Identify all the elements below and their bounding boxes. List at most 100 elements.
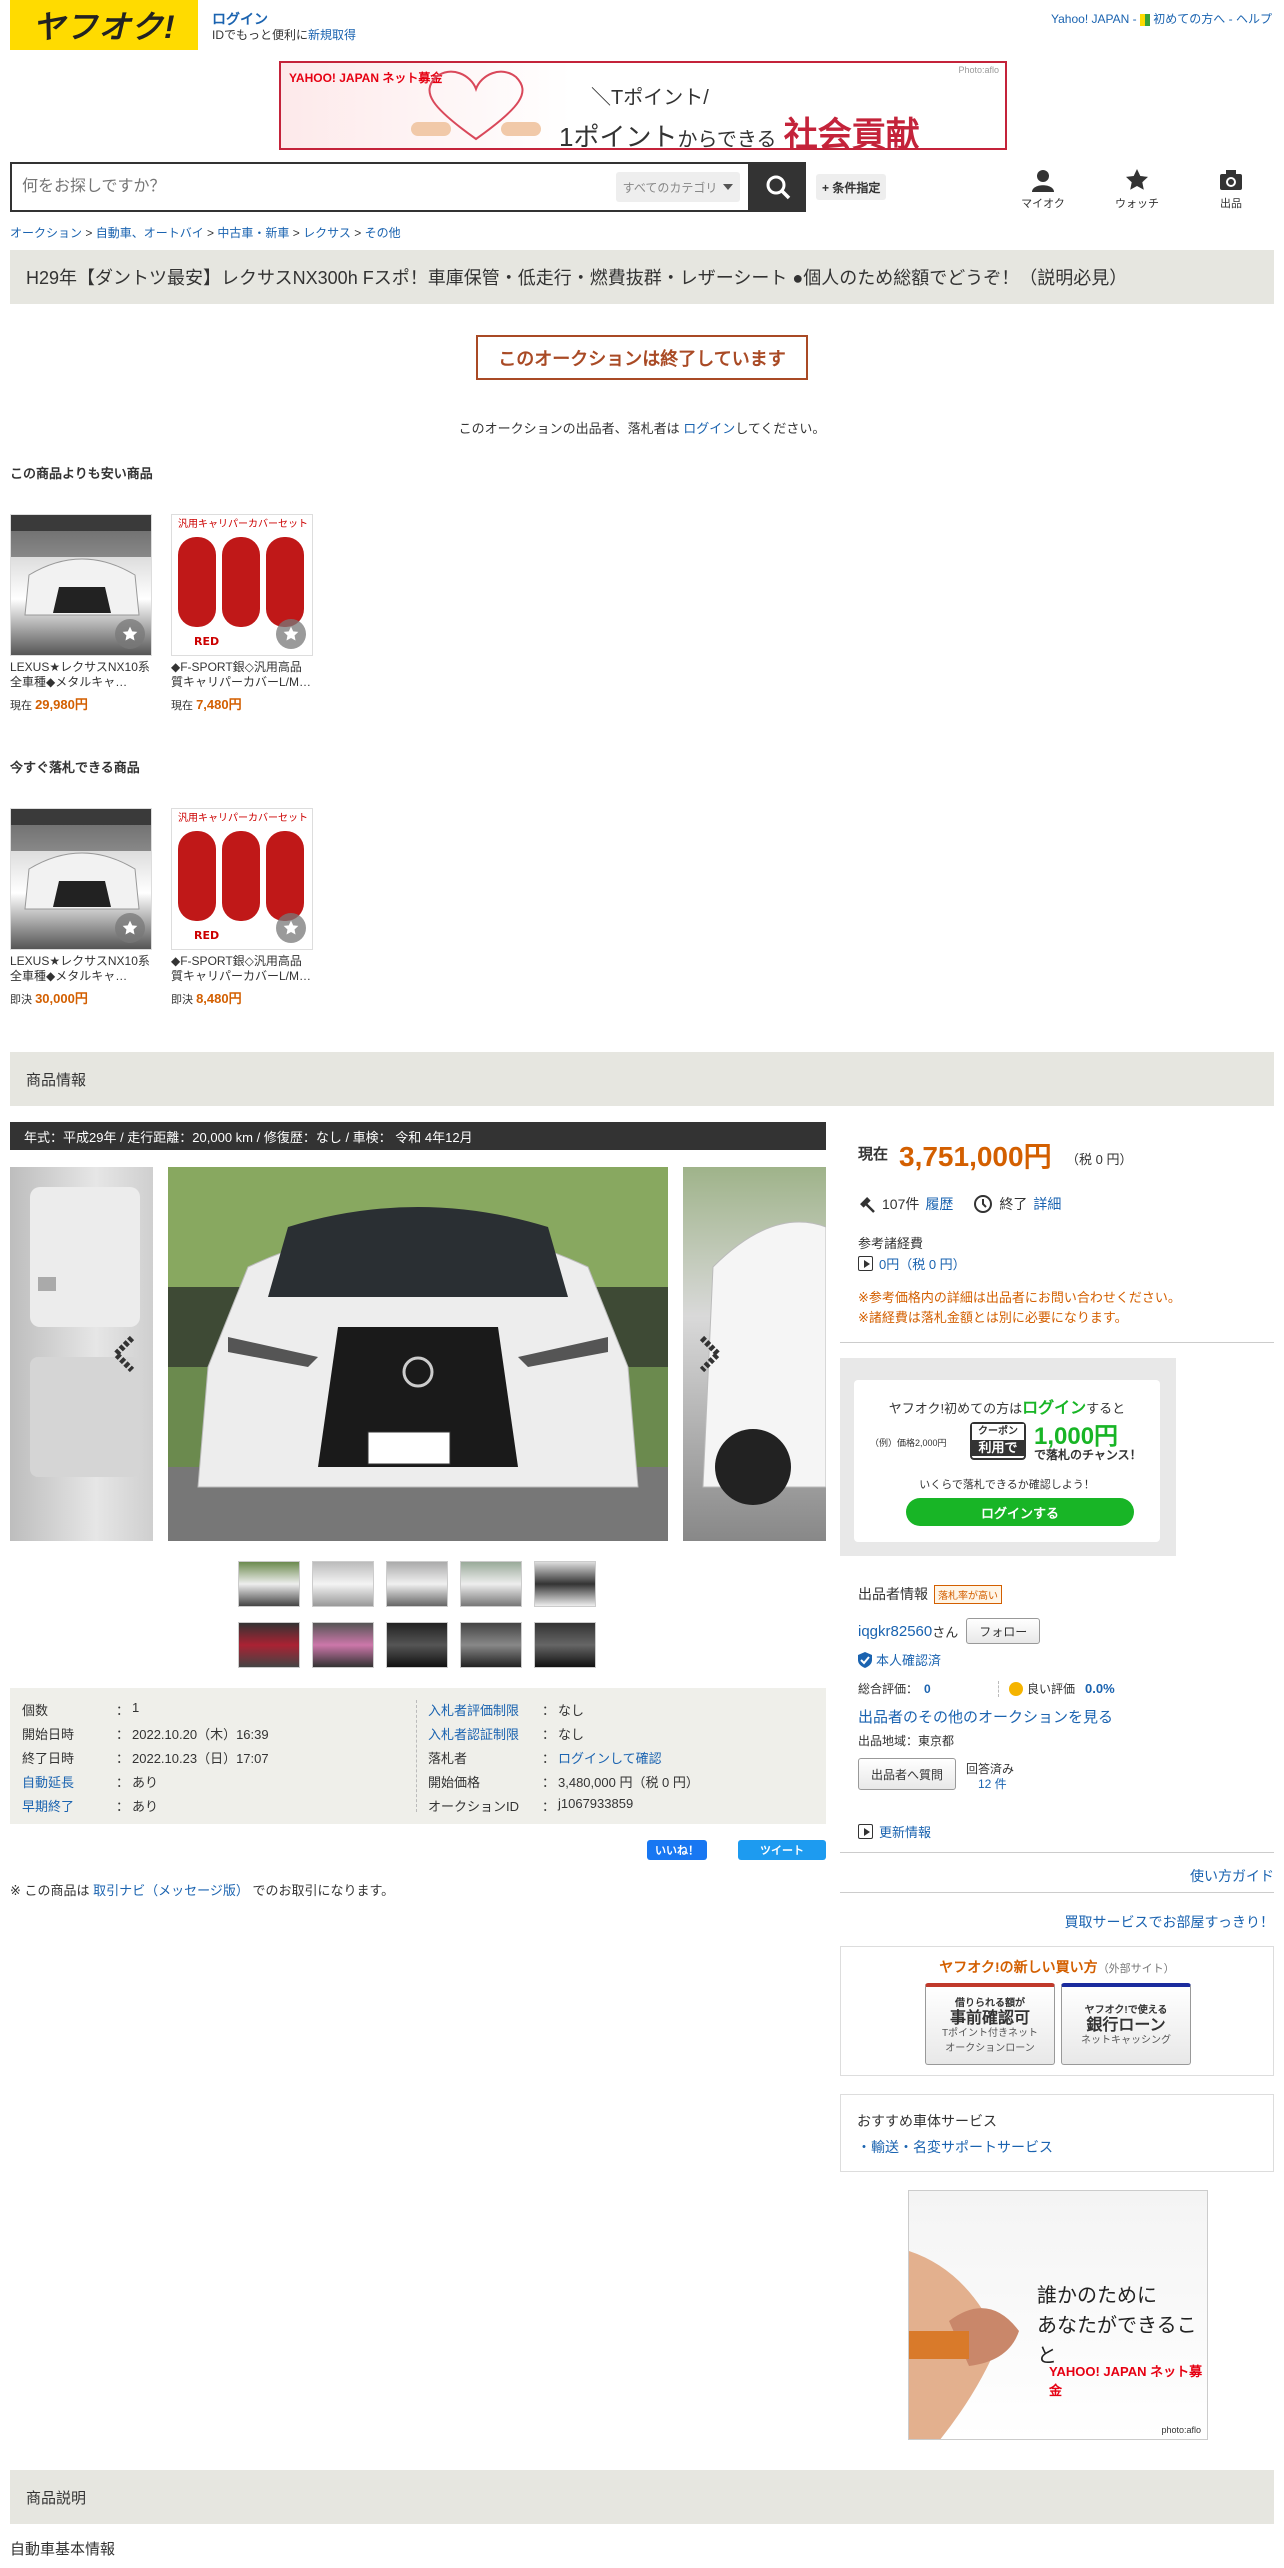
gallery-thumbnail[interactable] <box>386 1561 448 1607</box>
gallery-thumbnail[interactable] <box>238 1622 300 1668</box>
item-title[interactable]: ◆F-SPORT銀◇汎用高品質キャリパーカバーL/M… <box>171 954 313 984</box>
ended-note: このオークションの出品者、落札者は ログインしてください。 <box>0 418 1284 437</box>
tweet-button[interactable]: ツイート <box>738 1840 826 1860</box>
bid-history-link[interactable]: 履歴 <box>925 1194 953 1214</box>
detail-key: 落札者 <box>428 1751 468 1766</box>
fees-toggle[interactable]: 0円（税 0 円） <box>858 1254 966 1273</box>
follow-button[interactable]: フォロー <box>966 1618 1041 1644</box>
breadcrumb-item[interactable]: その他 <box>365 226 401 240</box>
ask-seller-button[interactable]: 出品者へ質問 <box>858 1758 956 1790</box>
colon: ： <box>542 1727 556 1742</box>
watch-star-button[interactable] <box>276 619 306 649</box>
tweet-label: ツイート <box>760 1845 804 1857</box>
sell-button[interactable]: 出品 <box>1196 168 1266 211</box>
search-input[interactable] <box>12 164 616 210</box>
seller-heading-text: 出品者情報 <box>858 1586 928 1602</box>
gallery-thumbnail[interactable] <box>312 1561 374 1607</box>
current-price-label: 現在 <box>858 1146 889 1163</box>
yahoo-japan-link[interactable]: Yahoo! JAPAN <box>1051 12 1129 26</box>
bidder-rating-limit-link[interactable]: 入札者評価制限 <box>428 1700 542 1724</box>
gallery-thumbnail[interactable] <box>534 1561 596 1607</box>
watch-star-button[interactable] <box>276 913 306 943</box>
transport-support-link[interactable]: ・輸送・名変サポートサービス <box>857 2137 1053 2157</box>
list-item[interactable]: 汎用キャリパーカバーセット RED ◆F-SPORT銀◇汎用高品質キャリパーカバー… <box>171 514 313 713</box>
promo-login-button[interactable]: ログインする <box>906 1498 1134 1526</box>
watch-star-button[interactable] <box>115 913 145 943</box>
verified-row: 本人確認済 <box>858 1650 941 1669</box>
updates-toggle[interactable]: 更新情報 <box>858 1822 931 1841</box>
detail-value: なし <box>558 1727 585 1742</box>
gallery-next-arrow[interactable] <box>698 1335 724 1373</box>
detail-row: 開始価格 ： 3,480,000 円（税 0 円） <box>428 1772 699 1796</box>
detail-value: なし <box>558 1703 585 1718</box>
bidder-auth-limit-link[interactable]: 入札者認証制限 <box>428 1724 542 1748</box>
breadcrumb-item[interactable]: 中古車・新車 <box>217 226 289 240</box>
gallery-thumbnail[interactable] <box>386 1622 448 1668</box>
expand-icon <box>858 1256 873 1271</box>
top-banner-ad[interactable]: YAHOO! JAPAN ネット募金 ＼Tポイント/ 1ポイントからできる 社会… <box>279 61 1007 150</box>
gallery-thumbnail[interactable] <box>460 1561 522 1607</box>
loan-card-1[interactable]: 借りられる額が 事前確認可 Tポイント付きネット オークションローン <box>925 1983 1055 2065</box>
breadcrumb-item[interactable]: オークション <box>10 226 82 240</box>
buy-service-link[interactable]: 買取サービスでお部屋すっきり！ <box>1065 1912 1274 1932</box>
gallery-main-image[interactable] <box>168 1167 668 1541</box>
gallery-thumbnail[interactable] <box>238 1561 300 1607</box>
early-end-link[interactable]: 早期終了 <box>22 1796 116 1820</box>
gallery-thumbnail[interactable] <box>460 1622 522 1668</box>
winner-login-link[interactable]: ログインして確認 <box>558 1748 662 1772</box>
new-buy-heading: ヤフオク!の新しい買い方（外部サイト） <box>841 1957 1273 1977</box>
auto-extend-link[interactable]: 自動延長 <box>22 1772 116 1796</box>
price-label: 即決 <box>10 994 32 1006</box>
colon: ： <box>116 1751 130 1766</box>
first-time-link[interactable]: 初めての方へ <box>1153 12 1225 26</box>
gallery-thumbnail[interactable] <box>312 1622 374 1668</box>
good-rating-value[interactable]: 0.0% <box>1075 1681 1115 1696</box>
answered-count[interactable]: 12 件 <box>966 1777 1014 1792</box>
breadcrumb-item[interactable]: レクサス <box>303 226 351 240</box>
coupon-badge: クーポン 利用で <box>970 1422 1026 1460</box>
heart-illustration <box>411 70 541 141</box>
verified-text[interactable]: 本人確認済 <box>876 1650 941 1669</box>
search-button[interactable] <box>750 162 806 212</box>
seller-id-link[interactable]: iqgkr82560 <box>858 1623 932 1640</box>
item-title[interactable]: ◆F-SPORT銀◇汎用高品質キャリパーカバーL/M… <box>171 660 313 690</box>
side-banner-ad[interactable]: 誰かのために あなたができること YAHOO! JAPAN ネット募金 photo… <box>908 2190 1208 2440</box>
end-detail-link[interactable]: 詳細 <box>1033 1194 1061 1214</box>
watch-star-button[interactable] <box>115 619 145 649</box>
svg-text:汎用キャリパーカバーセット: 汎用キャリパーカバーセット <box>178 517 308 530</box>
fees-label: 参考諸経費 <box>858 1236 924 1251</box>
card-text: オークションローン <box>945 2042 1035 2054</box>
item-title[interactable]: LEXUS★レクサスNX10系全車種◆メタルキャ… <box>10 954 152 984</box>
banner-line1: ＼Tポイント/ <box>591 87 709 109</box>
gallery-thumbnail[interactable] <box>534 1622 596 1668</box>
signup-link[interactable]: 新規取得 <box>308 28 356 42</box>
breadcrumb-item[interactable]: 自動車、オートバイ <box>96 226 204 240</box>
expand-icon <box>858 1824 873 1839</box>
list-item[interactable]: LEXUS★レクサスNX10系全車種◆メタルキャ… 現在 29,980円 <box>10 514 152 713</box>
chevron-right-icon <box>699 1335 723 1373</box>
myauction-button[interactable]: マイオク <box>1008 168 1078 211</box>
colon: ： <box>542 1799 556 1814</box>
ended-login-link[interactable]: ログイン <box>683 421 735 436</box>
id-benefit-text: IDでもっと便利に <box>212 28 309 42</box>
like-button[interactable]: いいね！ <box>647 1840 707 1860</box>
description-heading: 商品説明 <box>10 2470 1274 2524</box>
fees-warning: ※諸経費は落札金額とは別に必要になります。 <box>858 1310 1128 1325</box>
good-rating-label: 良い評価 <box>1027 1682 1076 1696</box>
list-item[interactable]: LEXUS★レクサスNX10系全車種◆メタルキャ… 即決 30,000円 <box>10 808 152 1007</box>
yafuoku-logo[interactable]: ヤフオク! <box>10 0 198 50</box>
gallery-prev-arrow[interactable] <box>110 1335 136 1373</box>
usage-guide-link[interactable]: 使い方ガイド <box>1190 1866 1274 1886</box>
conditions-button[interactable]: + 条件指定 <box>816 174 887 200</box>
loan-card-2[interactable]: ヤフオク!で使える 銀行ローン ネットキャッシング <box>1061 1983 1191 2065</box>
seller-other-auctions-link[interactable]: 出品者のその他のオークションを見る <box>858 1706 1113 1727</box>
category-select[interactable]: すべてのカテゴリ <box>616 172 740 202</box>
rating-value[interactable]: 0 <box>918 1682 998 1696</box>
help-link[interactable]: ヘルプ <box>1236 12 1272 26</box>
list-item[interactable]: 汎用キャリパーカバーセット RED ◆F-SPORT銀◇汎用高品質キャリパーカバー… <box>171 808 313 1007</box>
watch-button[interactable]: ウォッチ <box>1102 168 1172 211</box>
logo-text: ヤフオク! <box>32 9 176 45</box>
transaction-navi-link[interactable]: 取引ナビ（メッセージ版） <box>93 1883 249 1898</box>
star-icon <box>122 920 138 935</box>
item-title[interactable]: LEXUS★レクサスNX10系全車種◆メタルキャ… <box>10 660 152 690</box>
